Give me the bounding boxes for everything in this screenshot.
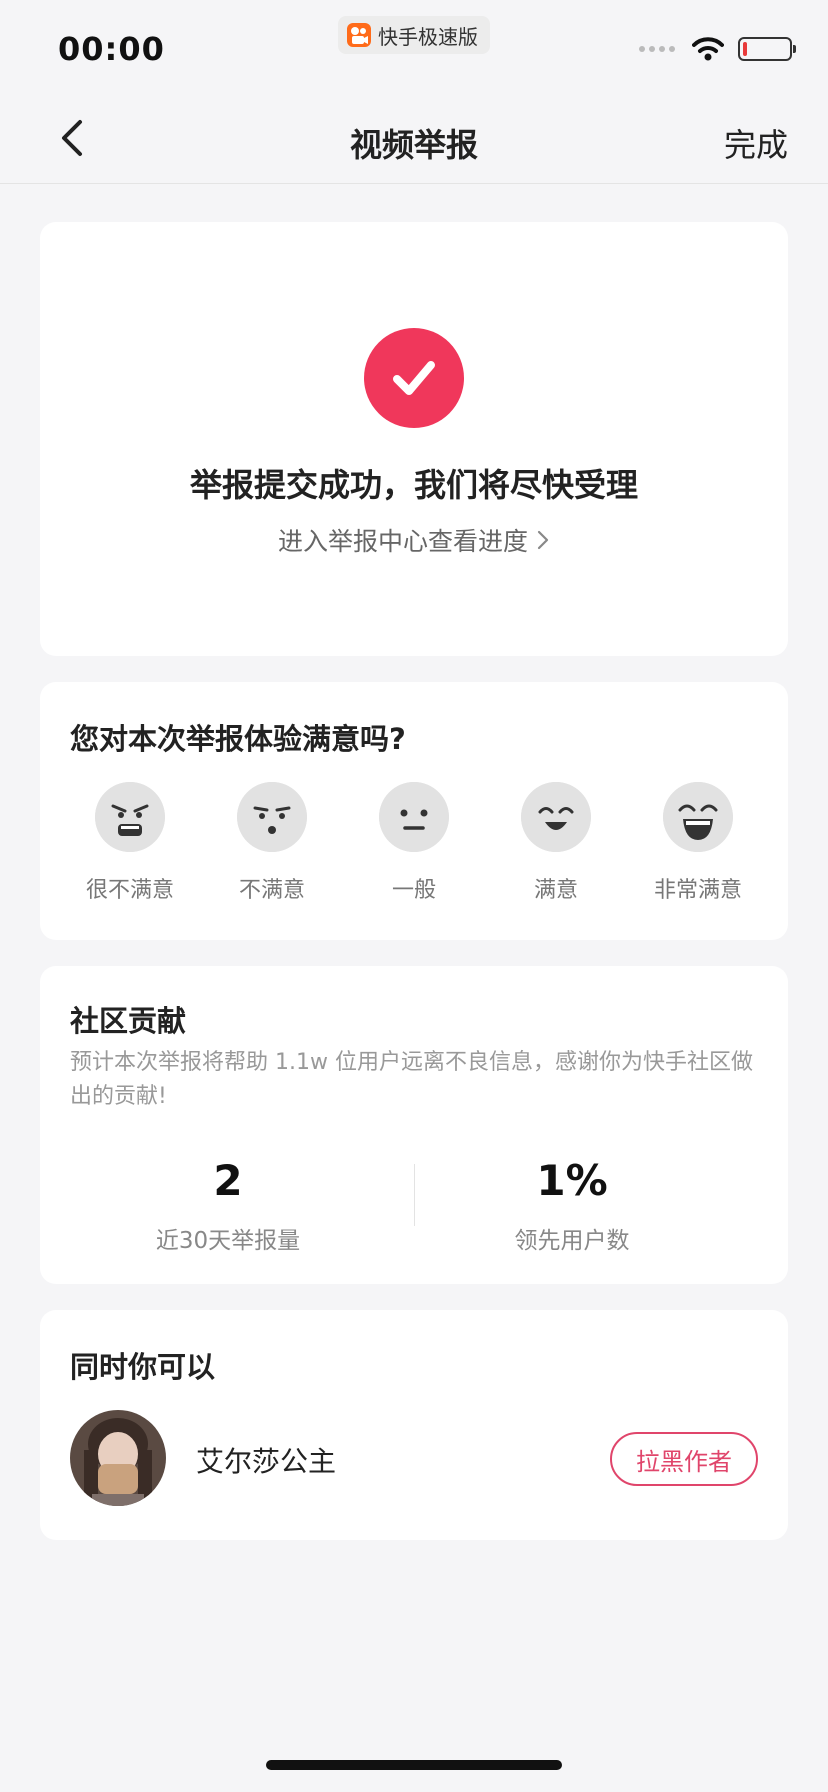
- rating-label: 满意: [533, 878, 578, 903]
- signal-icon: [639, 46, 675, 52]
- status-time: 00:00: [58, 30, 165, 68]
- rating-neutral[interactable]: 一般: [352, 782, 476, 904]
- rating-label: 一般: [391, 878, 436, 903]
- stat-report-count: 2 近30天举报量: [68, 1156, 388, 1255]
- author-name[interactable]: 艾尔莎公主: [196, 1440, 336, 1480]
- also-actions-card: 同时你可以 艾尔莎公主 拉黑作者: [40, 1310, 788, 1540]
- stat-value: 2: [213, 1156, 243, 1205]
- rating-label: 非常满意: [653, 878, 742, 903]
- rating-very-dissatisfied[interactable]: 很不满意: [68, 782, 192, 904]
- satisfaction-question: 您对本次举报体验满意吗?: [70, 722, 406, 756]
- rating-very-satisfied[interactable]: 非常满意: [636, 782, 760, 904]
- block-author-button[interactable]: 拉黑作者: [610, 1432, 758, 1486]
- home-indicator[interactable]: [266, 1760, 562, 1770]
- also-title: 同时你可以: [70, 1350, 216, 1384]
- check-circle-icon: [364, 328, 464, 428]
- status-icons: [638, 36, 796, 62]
- very-dissatisfied-face-icon: [95, 782, 165, 852]
- nav-bar: 视频举报 完成: [0, 92, 828, 184]
- rating-satisfied[interactable]: 满意: [494, 782, 618, 904]
- stat-label: 领先用户数: [514, 1228, 630, 1254]
- status-bar: 00:00 快手极速版: [0, 0, 828, 92]
- wifi-icon: [692, 37, 724, 61]
- stat-label: 近30天举报量: [155, 1228, 301, 1254]
- neutral-face-icon: [379, 782, 449, 852]
- rating-dissatisfied[interactable]: 不满意: [210, 782, 334, 904]
- contribution-card: 社区贡献 预计本次举报将帮助 1.1w 位用户远离不良信息，感谢你为快手社区做出…: [40, 966, 788, 1284]
- avatar[interactable]: [70, 1410, 166, 1506]
- app-name: 快手极速版: [378, 24, 478, 49]
- done-button[interactable]: 完成: [724, 120, 788, 166]
- very-satisfied-face-icon: [663, 782, 733, 852]
- rating-label: 不满意: [238, 878, 305, 903]
- satisfied-face-icon: [521, 782, 591, 852]
- battery-level: [743, 42, 747, 56]
- chevron-right-icon: [537, 530, 549, 550]
- rating-label: 很不满意: [85, 878, 174, 903]
- battery-low-icon: [738, 37, 796, 61]
- kuaishou-logo: [347, 23, 371, 47]
- stat-leading-users: 1% 领先用户数: [412, 1156, 732, 1255]
- report-result-screen: 00:00 快手极速版 视频举报 完成 举报提交成功，我们将尽快受理 进入举报中…: [0, 0, 828, 1792]
- contribution-description: 预计本次举报将帮助 1.1w 位用户远离不良信息，感谢你为快手社区做出的贡献!: [70, 1050, 753, 1109]
- page-title: 视频举报: [349, 126, 478, 164]
- contribution-title: 社区贡献: [70, 1004, 187, 1038]
- dissatisfied-face-icon: [237, 782, 307, 852]
- app-indicator[interactable]: 快手极速版: [338, 16, 490, 54]
- report-center-link[interactable]: 进入举报中心查看进度: [40, 522, 788, 558]
- success-card: 举报提交成功，我们将尽快受理 进入举报中心查看进度: [40, 222, 788, 656]
- satisfaction-card: 您对本次举报体验满意吗? 很不满意 不满意 一般 满意 非常满意: [40, 682, 788, 940]
- stat-value: 1%: [536, 1156, 608, 1205]
- success-message: 举报提交成功，我们将尽快受理: [189, 466, 638, 504]
- rating-options: 很不满意 不满意 一般 满意 非常满意: [40, 782, 788, 904]
- report-center-link-label: 进入举报中心查看进度: [277, 527, 528, 556]
